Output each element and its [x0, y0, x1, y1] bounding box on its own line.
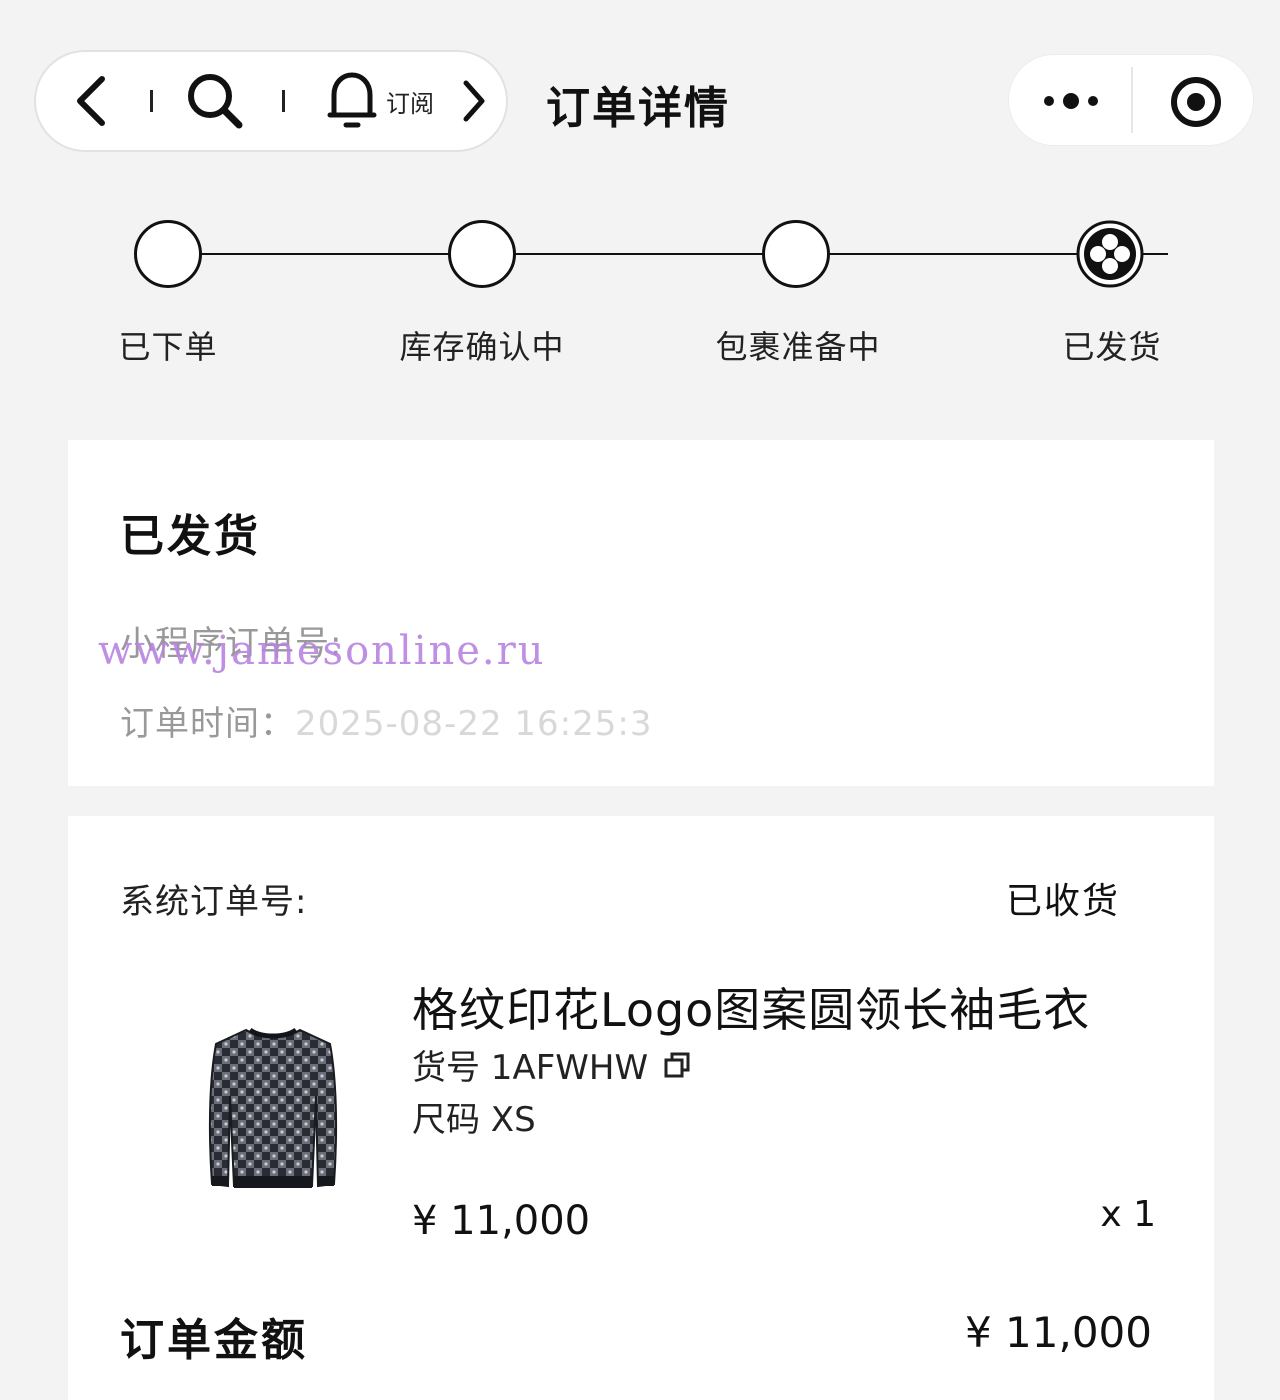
forward-button[interactable] — [454, 52, 494, 150]
menu-capsule — [1008, 54, 1254, 146]
subscribe-button[interactable]: 订阅 — [318, 52, 442, 150]
step-circle-ordered — [134, 220, 202, 288]
product-size: 尺码 XS — [412, 1100, 536, 1140]
progress-connector — [828, 253, 1078, 255]
order-total-label: 订单金额 — [120, 1315, 308, 1366]
flower-logo-icon — [1076, 220, 1144, 288]
chevron-left-icon — [77, 76, 105, 126]
step-circle-shipped — [1076, 220, 1144, 288]
progress-connector — [1142, 253, 1168, 255]
close-miniprogram-button[interactable] — [1165, 71, 1227, 133]
more-button[interactable] — [1031, 77, 1111, 125]
shipment-status-title: 已发货 — [120, 511, 261, 562]
watermark-text: www.jamesonline.ru — [98, 628, 546, 674]
step-label-preparing: 包裹准备中 — [715, 328, 881, 366]
search-icon — [188, 74, 243, 129]
more-dots-icon — [1044, 93, 1098, 109]
product-name[interactable]: 格纹印花Logo图案圆领长袖毛衣 — [412, 974, 1090, 1040]
order-time-label: 订单时间： — [120, 704, 295, 744]
order-status: 已收货 — [1005, 881, 1120, 922]
order-time-row: 订单时间：2025-08-22 16:25:3 — [120, 696, 652, 745]
bell-icon — [327, 72, 377, 128]
product-image[interactable] — [198, 1016, 348, 1196]
product-quantity: x 1 — [1100, 1194, 1156, 1235]
page-title: 订单详情 — [546, 83, 730, 134]
back-button[interactable] — [64, 52, 120, 150]
nav-capsule: 订阅 — [34, 50, 508, 152]
step-label-shipped: 已发货 — [1062, 328, 1162, 366]
step-circle-preparing — [762, 220, 830, 288]
nav-divider — [150, 90, 153, 112]
target-close-icon — [1171, 77, 1221, 127]
menu-divider — [1131, 67, 1133, 133]
order-time-value: 2025-08-22 16:25:3 — [295, 704, 653, 744]
search-button[interactable] — [182, 52, 248, 150]
step-circle-stock-confirming — [448, 220, 516, 288]
product-sku: 货号 1AFWHW — [412, 1048, 649, 1088]
product-sku-row: 货号 1AFWHW — [412, 1040, 692, 1089]
order-total-value: ¥ 11,000 — [964, 1308, 1152, 1357]
shipment-card: 已发货 小程序订单号: 订单时间：2025-08-22 16:25:3 — [68, 440, 1214, 786]
step-label-ordered: 已下单 — [118, 328, 218, 366]
order-card: 系统订单号: 已收货 格纹印花Logo图案圆领长袖毛衣 货号 1AFWHW 尺码… — [68, 816, 1214, 1400]
progress-connector — [514, 253, 764, 255]
subscribe-label: 订阅 — [386, 89, 434, 118]
chevron-right-icon — [463, 80, 485, 122]
progress-connector — [200, 253, 450, 255]
step-label-stock-confirming: 库存确认中 — [399, 328, 565, 366]
copy-sku-button[interactable] — [662, 1050, 692, 1080]
copy-icon — [664, 1052, 690, 1077]
system-order-number-label: 系统订单号: — [120, 882, 308, 922]
product-price: ¥ 11,000 — [412, 1198, 591, 1244]
nav-divider — [282, 90, 285, 112]
sweater-image — [208, 1027, 338, 1188]
